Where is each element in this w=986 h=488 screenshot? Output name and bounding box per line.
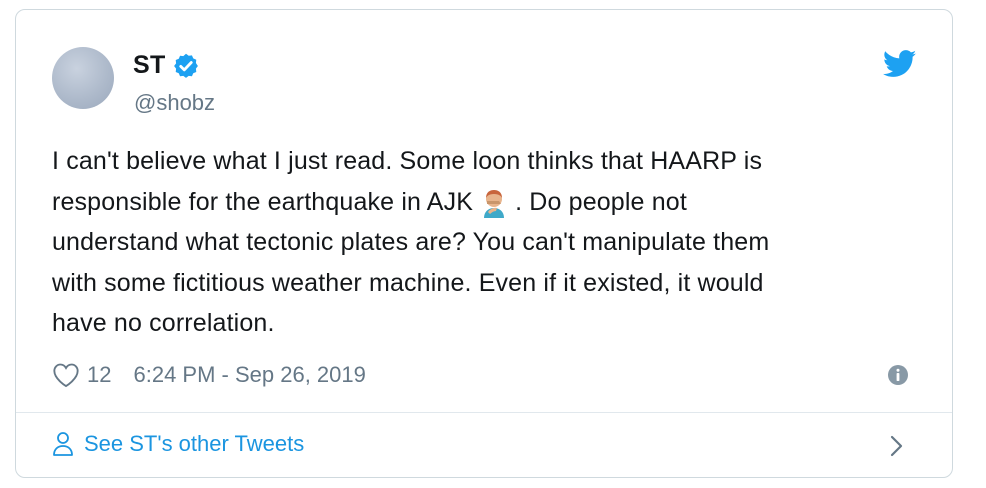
author-name[interactable]: ST xyxy=(133,51,166,80)
author-handle[interactable]: @shobz xyxy=(134,90,215,116)
author-row: ST xyxy=(133,51,200,80)
other-tweets-link[interactable]: See ST's other Tweets xyxy=(52,431,304,457)
tweet-meta: 12 6:24 PM - Sep 26, 2019 xyxy=(52,362,366,388)
tweet-text-line: I can't believe what I just read. Some l… xyxy=(52,147,763,175)
heart-icon[interactable] xyxy=(52,362,80,388)
tweet-text-segment: . Do people not xyxy=(515,187,687,216)
facepalm-emoji xyxy=(484,189,505,218)
divider xyxy=(16,412,952,413)
tweet-text-line: with some fictitious weather machine. Ev… xyxy=(52,268,764,297)
twitter-bird-icon[interactable] xyxy=(883,50,917,78)
info-icon[interactable] xyxy=(887,364,909,386)
other-tweets-label[interactable]: See ST's other Tweets xyxy=(84,431,304,457)
tweet-text: I can't believe what I just read. Some l… xyxy=(52,141,912,344)
like-count[interactable]: 12 xyxy=(87,362,111,388)
person-icon xyxy=(53,432,73,456)
tweet-text-segment: responsible for the earthquake in AJK xyxy=(52,187,474,216)
embedded-tweet-card: ST @shobz I can't believe what I just re… xyxy=(15,9,953,478)
chevron-right-icon[interactable] xyxy=(889,434,905,458)
avatar[interactable] xyxy=(52,47,114,109)
tweet-text-line: responsible for the earthquake in AJK . … xyxy=(52,182,912,223)
tweet-text-line: have no correlation. xyxy=(52,309,275,337)
verified-badge-icon xyxy=(173,53,198,78)
tweet-timestamp[interactable]: 6:24 PM - Sep 26, 2019 xyxy=(133,362,365,388)
tweet-text-line: understand what tectonic plates are? You… xyxy=(52,228,770,256)
